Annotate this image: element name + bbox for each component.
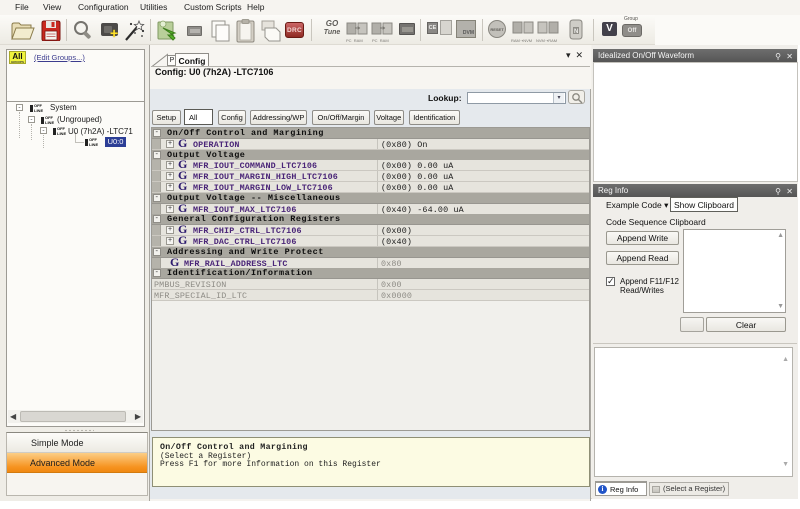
svg-text:N: N [574,29,578,35]
